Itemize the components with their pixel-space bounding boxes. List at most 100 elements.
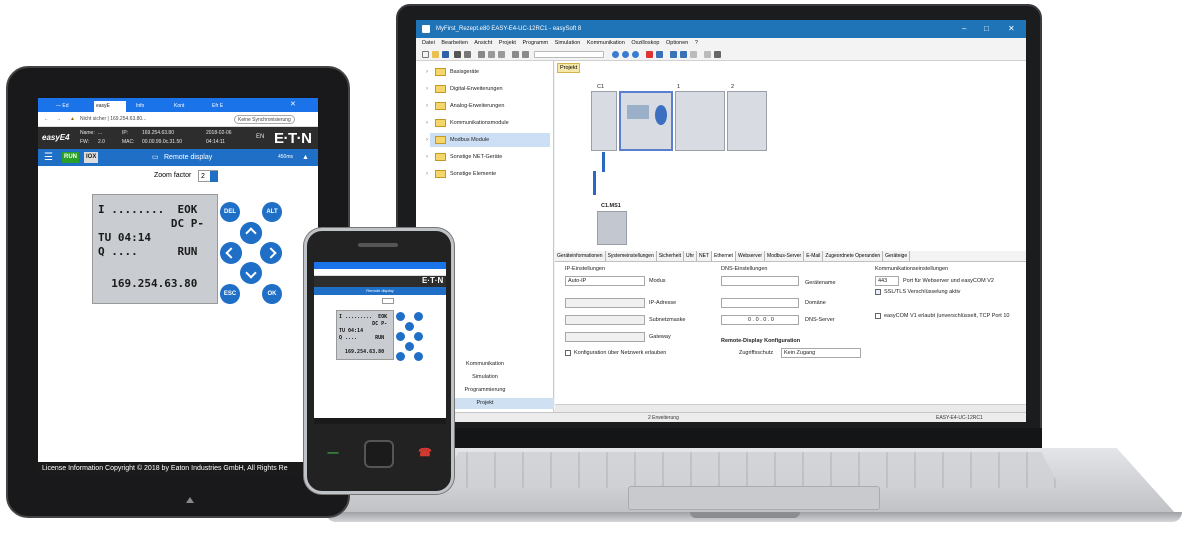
menu-oszilloskop[interactable]: Oszilloskop bbox=[631, 40, 659, 46]
base-device-c1[interactable] bbox=[591, 91, 617, 151]
modbus-device[interactable] bbox=[597, 211, 627, 245]
tree-item-basisgeraete[interactable]: › Basisgeräte bbox=[426, 65, 479, 79]
menu-help[interactable]: ? bbox=[695, 40, 698, 46]
redo-icon[interactable] bbox=[522, 51, 529, 58]
new-icon[interactable] bbox=[422, 51, 429, 58]
tab-systemeinstellungen[interactable]: Systemeinstellungen bbox=[606, 251, 657, 261]
ok-button[interactable] bbox=[414, 352, 423, 361]
open-icon[interactable] bbox=[432, 51, 439, 58]
forward-icon[interactable]: → bbox=[56, 112, 61, 127]
layout-icon[interactable] bbox=[680, 51, 687, 58]
tab-geraeteige[interactable]: Geräteige bbox=[883, 251, 911, 261]
project-canvas[interactable]: Projekt C1 1 2 C1.MS1 bbox=[555, 61, 1026, 251]
tree-item-analog[interactable]: › Analog-Erweiterungen bbox=[426, 99, 504, 113]
alt-button[interactable]: ALT bbox=[262, 202, 282, 222]
alt-button[interactable] bbox=[414, 312, 423, 321]
tab-modbus-server[interactable]: Modbus-Server bbox=[765, 251, 805, 261]
menu-bearbeiten[interactable]: Bearbeiten bbox=[441, 40, 468, 46]
horizontal-scrollbar[interactable] bbox=[555, 404, 1026, 412]
hangup-icon[interactable]: ☎ bbox=[412, 446, 438, 460]
ip-address-field[interactable] bbox=[565, 298, 645, 308]
home-button[interactable] bbox=[364, 440, 394, 468]
arrow-left-icon[interactable] bbox=[396, 332, 405, 341]
mode-select[interactable]: Auto-IP bbox=[565, 276, 645, 286]
expansion-device-1[interactable] bbox=[675, 91, 725, 151]
maximize-icon[interactable]: □ bbox=[984, 20, 989, 38]
menu-ansicht[interactable]: Ansicht bbox=[474, 40, 492, 46]
tab-sicherheit[interactable]: Sicherheit bbox=[657, 251, 684, 261]
del-button[interactable]: DEL bbox=[220, 202, 240, 222]
tab-net[interactable]: NET bbox=[697, 251, 713, 261]
tab-email[interactable]: E-Mail bbox=[804, 251, 824, 261]
domain-field[interactable] bbox=[721, 298, 799, 308]
menu-optionen[interactable]: Optionen bbox=[666, 40, 688, 46]
menu-datei[interactable]: Datei bbox=[422, 40, 435, 46]
arrow-right-icon[interactable] bbox=[255, 237, 287, 269]
tab-ethernet[interactable]: Ethernet bbox=[712, 251, 736, 261]
menu-kommunikation[interactable]: Kommunikation bbox=[587, 40, 625, 46]
dns-field[interactable]: 0 . 0 . 0 . 0 bbox=[721, 315, 799, 325]
browser-tab[interactable]: — Ed bbox=[54, 101, 82, 112]
expansion-device-2[interactable] bbox=[727, 91, 767, 151]
del-button[interactable] bbox=[396, 312, 405, 321]
zoom-in-icon[interactable] bbox=[612, 51, 619, 58]
menu-projekt[interactable]: Projekt bbox=[499, 40, 516, 46]
phone-zoom-stepper[interactable] bbox=[382, 298, 394, 304]
tree-item-kommunikationsmodule[interactable]: › Kommunikationsmodule bbox=[426, 116, 509, 130]
arrow-down-icon[interactable] bbox=[235, 257, 267, 289]
esc-button[interactable]: ESC bbox=[220, 284, 240, 304]
preview-icon[interactable] bbox=[464, 51, 471, 58]
menu-simulation[interactable]: Simulation bbox=[555, 40, 581, 46]
esc-button[interactable] bbox=[396, 352, 405, 361]
arrow-left-icon[interactable] bbox=[215, 237, 247, 269]
language-button[interactable]: EN bbox=[256, 134, 264, 141]
minimize-icon[interactable]: – bbox=[962, 20, 966, 38]
easycom-checkbox[interactable] bbox=[875, 313, 881, 319]
grid-icon[interactable] bbox=[670, 51, 677, 58]
arrow-up-icon[interactable] bbox=[235, 217, 267, 249]
access-select[interactable]: Kein Zugang bbox=[781, 348, 861, 358]
port-field[interactable]: 443 bbox=[875, 276, 899, 286]
tool-icon[interactable] bbox=[704, 51, 711, 58]
project-tab[interactable]: Projekt bbox=[557, 63, 581, 73]
sync-button[interactable]: Keine Synchronisierung bbox=[234, 115, 295, 124]
call-icon[interactable]: — bbox=[320, 446, 346, 460]
close-icon[interactable]: ✕ bbox=[1008, 20, 1015, 38]
ok-button[interactable]: OK bbox=[262, 284, 282, 304]
browser-tab[interactable]: Info bbox=[134, 101, 164, 112]
zoom-fit-icon[interactable] bbox=[632, 51, 639, 58]
copy-icon[interactable] bbox=[488, 51, 495, 58]
arrow-up-icon[interactable] bbox=[405, 322, 414, 331]
menu-programm[interactable]: Programm bbox=[522, 40, 548, 46]
tab-webserver[interactable]: Webserver bbox=[736, 251, 766, 261]
hamburger-menu-icon[interactable]: ☰ bbox=[44, 149, 53, 166]
view-icon[interactable] bbox=[656, 51, 663, 58]
module-icon[interactable] bbox=[714, 51, 721, 58]
tree-item-sonstige[interactable]: › Sonstige Elemente bbox=[426, 167, 496, 181]
delete-icon[interactable] bbox=[646, 51, 653, 58]
save-icon[interactable] bbox=[442, 51, 449, 58]
device-name-field[interactable] bbox=[721, 276, 799, 286]
tree-item-net[interactable]: › Sonstige NET-Geräte bbox=[426, 150, 502, 164]
arrow-down-icon[interactable] bbox=[405, 342, 414, 351]
back-icon[interactable]: ← bbox=[44, 112, 49, 127]
expand-icon[interactable] bbox=[690, 51, 697, 58]
tab-operanden[interactable]: Zugeordnete Operanden bbox=[823, 251, 884, 261]
browser-tab-active[interactable]: easyE bbox=[94, 101, 126, 112]
close-icon[interactable]: ✕ bbox=[290, 100, 296, 108]
browser-tab[interactable]: Kont bbox=[172, 101, 202, 112]
tree-item-digital[interactable]: › Digital-Erweiterungen bbox=[426, 82, 503, 96]
browser-tab[interactable]: Efr E bbox=[210, 101, 240, 112]
tab-uhr[interactable]: Uhr bbox=[684, 251, 698, 261]
zoom-select[interactable] bbox=[534, 51, 604, 58]
config-checkbox[interactable] bbox=[565, 350, 571, 356]
subnet-field[interactable] bbox=[565, 315, 645, 325]
undo-icon[interactable] bbox=[512, 51, 519, 58]
base-device-display[interactable] bbox=[619, 91, 673, 151]
ssl-checkbox[interactable] bbox=[875, 289, 881, 295]
arrow-right-icon[interactable] bbox=[414, 332, 423, 341]
stepper-arrows-icon[interactable] bbox=[210, 171, 218, 182]
zoom-out-icon[interactable] bbox=[622, 51, 629, 58]
tab-geraeteinformationen[interactable]: Geräteinformationen bbox=[555, 251, 606, 261]
phone-address-bar[interactable] bbox=[314, 269, 446, 276]
